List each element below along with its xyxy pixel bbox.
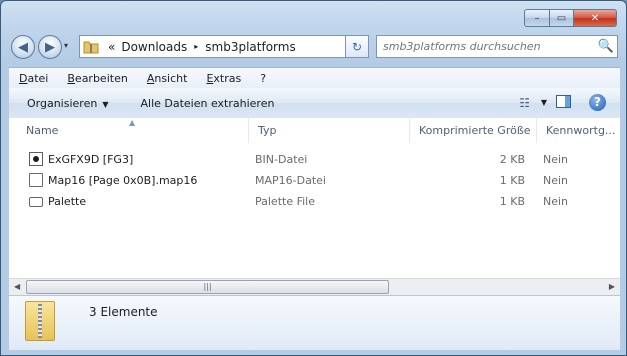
back-arrow-icon: ◀ [18,39,28,55]
zip-folder-icon [83,41,99,53]
search-box[interactable]: 🔍 [376,35,618,58]
file-type: MAP16-Datei [255,173,326,187]
minimize-button[interactable]: – [524,9,550,27]
menu-bar: Datei Bearbeiten Ansicht Extras ? [9,67,620,89]
organize-button[interactable]: Organisieren ▼ [27,97,108,110]
explorer-window: – ▭ ✕ ◀ ▶ ▾ « Downloads ▸ smb3platforms … [0,0,627,356]
file-name: Map16 [Page 0x0B].map16 [48,173,198,187]
refresh-icon: ↻ [351,39,363,54]
menu-help[interactable]: ? [250,72,275,85]
file-size: 2 KB [499,152,525,166]
document-icon [29,173,43,187]
close-button[interactable]: ✕ [574,9,617,27]
file-list: ▲ Name Typ Komprimierte Größe Kennwortg.… [9,118,620,295]
file-name: ExGFX9D [FG3] [48,152,134,166]
sort-ascending-icon: ▲ [129,118,136,127]
refresh-button[interactable]: ↻ [345,35,369,58]
column-header-type[interactable]: Typ [249,118,410,143]
palette-file-icon [29,197,43,207]
command-bar: Organisieren ▼ Alle Dateien extrahieren ☷… [9,88,620,119]
back-button[interactable]: ◀ [11,35,35,59]
organize-label: Organisieren [27,96,98,110]
menu-bearbeiten[interactable]: Bearbeiten [57,72,136,85]
extract-all-button[interactable]: Alle Dateien extrahieren [140,97,274,110]
scroll-right-icon[interactable]: ▶ [609,282,615,291]
file-password-protected: Nein [543,152,569,166]
file-name-cell: ExGFX9D [FG3] [9,152,249,166]
address-prefix[interactable]: « [105,40,118,54]
views-icon[interactable]: ☷ [519,96,530,110]
file-name-cell: Map16 [Page 0x0B].map16 [9,173,249,187]
file-size: 1 KB [499,194,525,208]
file-row[interactable]: Map16 [Page 0x0B].map16 MAP16-Datei 1 KB… [9,170,620,190]
column-header-name[interactable]: ▲ Name [9,118,249,143]
preview-pane-icon[interactable] [556,95,571,108]
menu-datei[interactable]: Datei [9,72,57,85]
column-header-compressed-size[interactable]: Komprimierte Größe [410,118,537,143]
bin-file-icon [29,152,43,166]
search-input[interactable] [377,39,595,54]
address-bar[interactable]: « Downloads ▸ smb3platforms ▼ [79,35,368,58]
forward-button[interactable]: ▶ [38,35,62,59]
column-header-row: ▲ Name Typ Komprimierte Größe Kennwortg.… [9,118,620,143]
menu-ansicht[interactable]: Ansicht [137,72,197,85]
menu-extras[interactable]: Extras [196,72,250,85]
forward-arrow-icon: ▶ [45,39,55,55]
file-name: Palette [48,194,87,208]
details-pane: 3 Elemente [9,295,620,350]
item-count: 3 Elemente [89,305,158,319]
column-name-label: Name [26,124,59,137]
search-icon[interactable]: 🔍 [595,39,617,54]
chevron-down-icon: ▼ [102,99,109,109]
views-dropdown-icon[interactable]: ▼ [541,98,547,107]
horizontal-scrollbar[interactable]: ◀ ||| ▶ [9,278,620,295]
recent-pages-dropdown[interactable]: ▾ [64,41,68,50]
file-type: BIN-Datei [255,152,308,166]
file-size: 1 KB [499,173,525,187]
file-password-protected: Nein [543,194,569,208]
caption-buttons: – ▭ ✕ [524,9,617,27]
breadcrumb-separator-icon[interactable]: ▸ [194,42,198,51]
maximize-button[interactable]: ▭ [550,9,574,27]
zip-folder-large-icon [25,301,55,341]
scroll-left-icon[interactable]: ◀ [14,282,20,291]
file-password-protected: Nein [543,173,569,187]
breadcrumb-smb3platforms[interactable]: smb3platforms [202,40,298,54]
file-type: Palette File [255,194,316,208]
file-row[interactable]: ExGFX9D [FG3] BIN-Datei 2 KB Nein [9,149,620,169]
help-icon[interactable]: ? [589,94,606,111]
column-header-password[interactable]: Kennwortg... [537,118,620,143]
file-row[interactable]: Palette Palette File 1 KB Nein [9,191,620,211]
breadcrumb-downloads[interactable]: Downloads [118,40,190,54]
file-name-cell: Palette [9,195,249,208]
scrollbar-thumb[interactable]: ||| [26,280,389,294]
